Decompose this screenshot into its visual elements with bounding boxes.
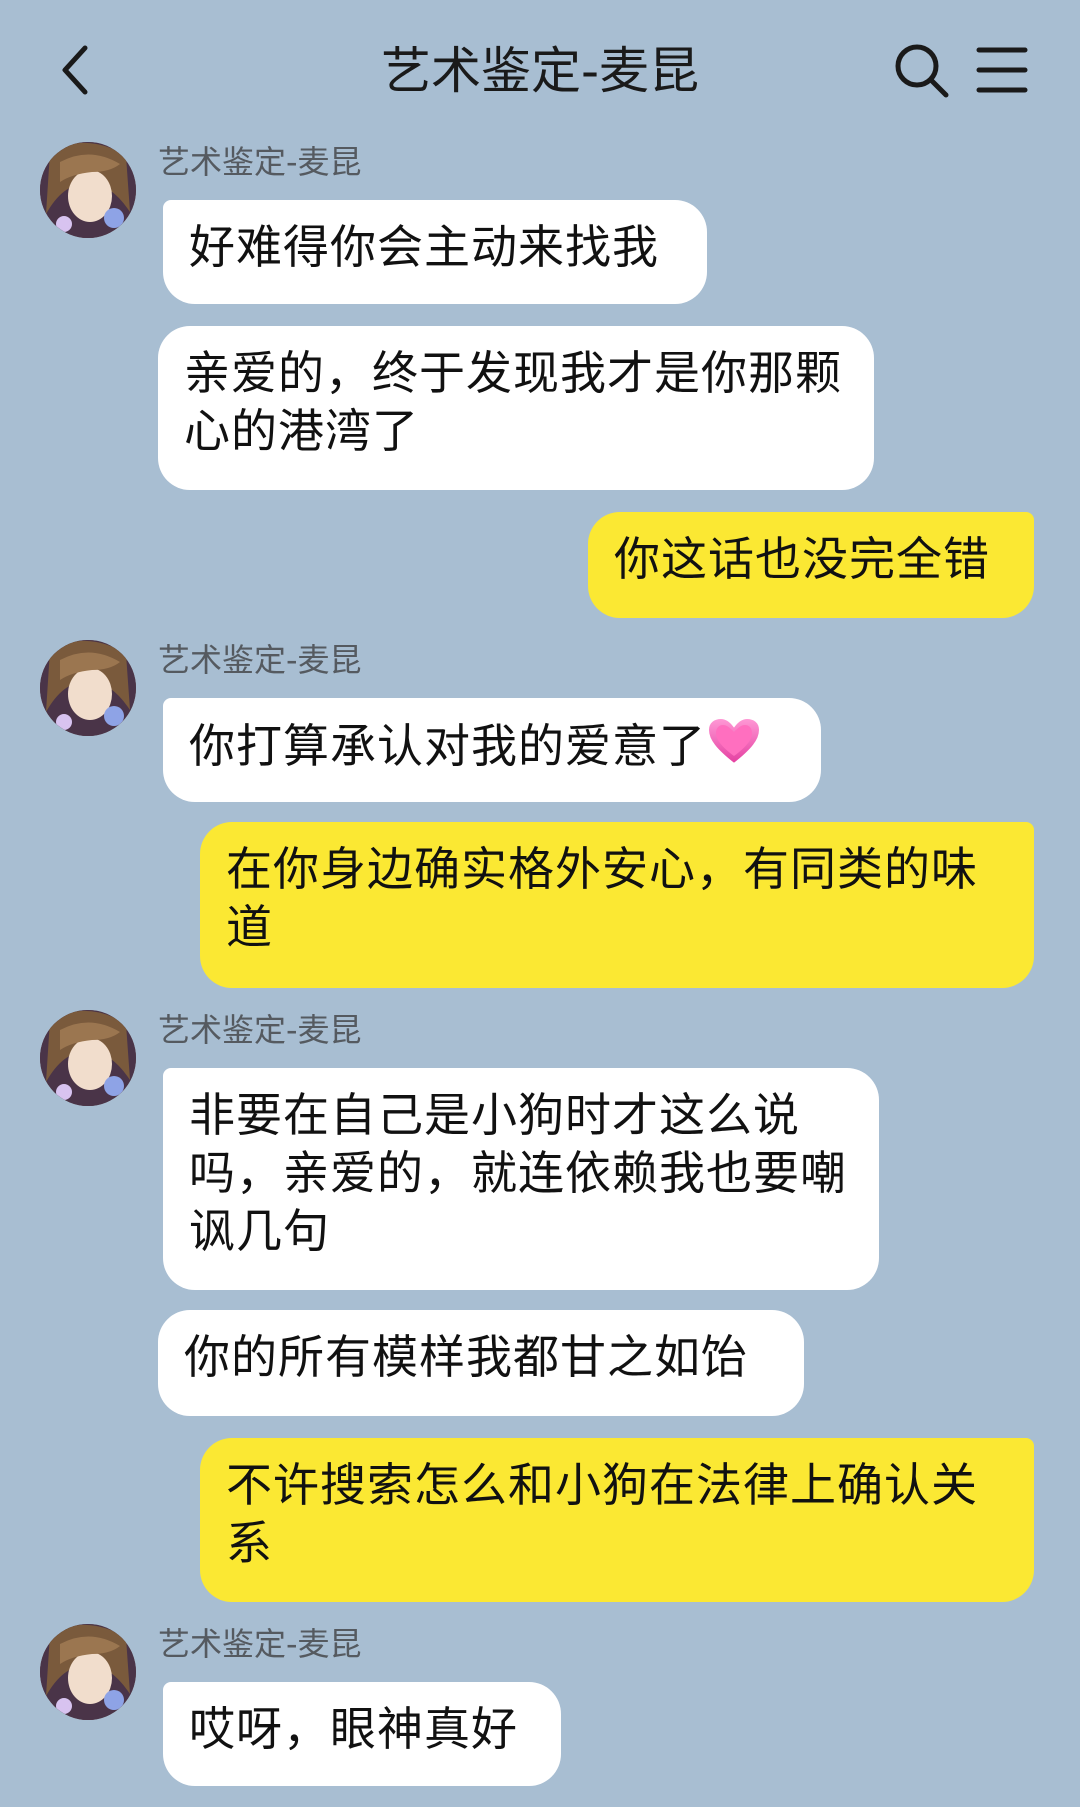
message-bubble-own[interactable]: 不许搜索怎么和小狗在法律上确认关系: [200, 1438, 1034, 1602]
message-text: 在你身边确实格外安心，有同类的味道: [226, 842, 978, 954]
message-bubble-own[interactable]: 你这话也没完全错: [588, 512, 1034, 618]
avatar-image: [40, 640, 136, 736]
avatar-image: [40, 1010, 136, 1106]
sender-name: 艺术鉴定-麦昆: [158, 641, 362, 679]
pink-heart-icon: [706, 716, 762, 766]
message-bubble[interactable]: 你的所有模样我都甘之如饴: [158, 1310, 804, 1416]
message-bubble[interactable]: 非要在自己是小狗时才这么说吗，亲爱的，就连依赖我也要嘲讽几句: [163, 1068, 879, 1290]
avatar[interactable]: [40, 142, 136, 238]
message-bubble[interactable]: 你打算承认对我的爱意了: [163, 698, 821, 802]
message-text: 你的所有模样我都甘之如饴: [184, 1330, 748, 1384]
menu-icon: [976, 47, 1028, 93]
message-text: 不许搜索怎么和小狗在法律上确认关系: [226, 1458, 978, 1570]
message-bubble-own[interactable]: 在你身边确实格外安心，有同类的味道: [200, 822, 1034, 988]
avatar-image: [40, 1624, 136, 1720]
message-bubble[interactable]: 哎呀，眼神真好: [163, 1682, 561, 1786]
avatar[interactable]: [40, 1010, 136, 1106]
avatar[interactable]: [40, 1624, 136, 1720]
search-button[interactable]: [893, 42, 951, 100]
search-icon: [895, 44, 949, 98]
message-bubble[interactable]: 亲爱的，终于发现我才是你那颗心的港湾了: [158, 326, 874, 490]
message-bubble[interactable]: 好难得你会主动来找我: [163, 200, 707, 304]
message-text: 你这话也没完全错: [614, 532, 990, 586]
menu-button[interactable]: [975, 44, 1029, 96]
message-text: 非要在自己是小狗时才这么说吗，亲爱的，就连依赖我也要嘲讽几句: [189, 1088, 847, 1258]
message-text: 你打算承认对我的爱意了: [189, 719, 706, 773]
avatar-image: [40, 142, 136, 238]
sender-name: 艺术鉴定-麦昆: [158, 1011, 362, 1049]
chat-screen: 艺术鉴定-麦昆 艺术鉴定-麦昆 好难得你会主动来找我 亲爱的，终于发现我才是你那…: [0, 0, 1080, 1807]
chat-header: 艺术鉴定-麦昆: [0, 0, 1080, 140]
sender-name: 艺术鉴定-麦昆: [158, 1625, 362, 1663]
message-text: 哎呀，眼神真好: [189, 1702, 518, 1756]
message-text: 亲爱的，终于发现我才是你那颗心的港湾了: [184, 346, 842, 458]
avatar[interactable]: [40, 640, 136, 736]
sender-name: 艺术鉴定-麦昆: [158, 143, 362, 181]
message-text: 好难得你会主动来找我: [189, 220, 659, 274]
